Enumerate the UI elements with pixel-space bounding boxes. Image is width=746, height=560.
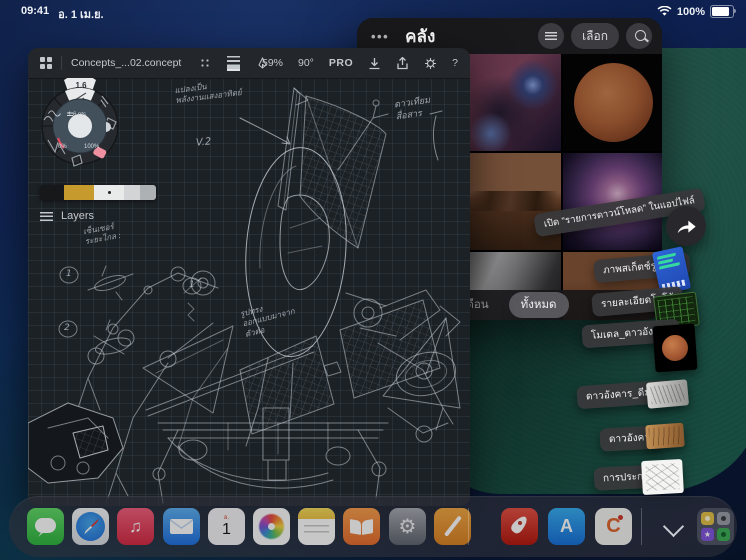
color-swatch-bar (40, 185, 156, 200)
dock-app-books[interactable] (343, 508, 380, 545)
filter-button[interactable] (538, 23, 564, 49)
dock-app-library[interactable]: ★ (697, 508, 734, 545)
dock-app-notes[interactable] (298, 508, 335, 545)
precision-grid-icon[interactable] (199, 57, 211, 69)
layers-panel-icon[interactable] (227, 56, 240, 71)
select-button[interactable]: เลือก (571, 23, 619, 49)
search-icon (635, 30, 646, 41)
layers-list-icon (40, 212, 53, 221)
brush-size-value: 1.6 (72, 81, 90, 90)
swatch-light-gray[interactable] (124, 185, 140, 200)
concepts-titlebar: Concepts_...02.concept 59% 90° PRO (28, 48, 470, 79)
calendar-day: 1 (208, 522, 245, 538)
dock-app-mail[interactable] (163, 508, 200, 545)
pen-icon (444, 515, 462, 536)
dock-app-music[interactable]: ♫ (117, 508, 154, 545)
zoom-level[interactable]: 59% (262, 57, 283, 69)
status-time: 09:41 (21, 5, 49, 23)
document-title[interactable]: Concepts_...02.concept (71, 57, 181, 69)
annotation-number-1b: 1 (189, 280, 195, 292)
gear-icon: ⚙ (399, 514, 417, 539)
annotation-number-2: 2 (64, 323, 70, 335)
annotation-number-1: 1 (66, 269, 72, 281)
annotation-version: V.2 (195, 135, 211, 149)
export-share-icon[interactable] (396, 57, 409, 70)
help-button[interactable]: ? (452, 57, 458, 69)
window-menu-ellipsis-icon[interactable]: ••• (371, 29, 389, 44)
ipad-screen: 09:41 อ. 1 เม.ย. 100% ••• คลัง เลือก (0, 0, 746, 560)
photo-horsehead-nebula[interactable] (460, 54, 561, 151)
share-drag-button[interactable] (666, 206, 706, 246)
wifi-icon (657, 6, 672, 17)
dock-divider-2 (641, 508, 642, 545)
dock-app-concepts[interactable]: C (595, 508, 632, 545)
opacity-min-label: 0% (58, 144, 67, 150)
dock-app-appstore[interactable]: A (548, 508, 585, 545)
mini-app-green (717, 528, 730, 541)
battery-percent: 100% (677, 6, 705, 18)
pro-badge[interactable]: PRO (329, 57, 353, 69)
photos-title: คลัง (405, 23, 435, 50)
drag-thumb-mars-model[interactable] (652, 324, 697, 373)
gallery-grid-icon[interactable] (40, 57, 52, 69)
opacity-max-label: 100% (84, 144, 99, 150)
forward-arrow-icon (675, 217, 697, 235)
mini-app-camera (717, 512, 730, 525)
dock-app-rocket[interactable] (501, 508, 538, 545)
annotation-satellite: ดาวเทียม สื่อสาร (394, 96, 433, 124)
rotation-value[interactable]: 90° (298, 57, 314, 69)
drag-thumb-deimos-photo[interactable] (646, 379, 689, 408)
drag-thumb-mars-map[interactable] (645, 423, 685, 450)
dock-app-settings[interactable]: ⚙ (389, 508, 426, 545)
dock-app-messages[interactable] (27, 508, 64, 545)
dock: ♫ อ. 1 ⚙ A C ★ (9, 496, 737, 557)
dock-app-photos[interactable] (253, 508, 290, 545)
status-date: อ. 1 เม.ย. (58, 5, 103, 23)
dock-app-safari[interactable] (72, 508, 109, 545)
appstore-a-icon: A (560, 516, 573, 537)
swatch-white-selected[interactable] (94, 185, 124, 200)
drag-thumb-assembly-sketch[interactable] (641, 459, 684, 495)
dock-chevron-down-icon[interactable] (663, 516, 684, 537)
swatch-black[interactable] (40, 185, 64, 200)
tab-all[interactable]: ทั้งหมด (509, 292, 569, 318)
tool-wheel-graphic (34, 78, 126, 178)
swatch-gray[interactable] (140, 185, 156, 200)
mini-app-star: ★ (701, 528, 714, 541)
layers-toggle[interactable]: Layers (40, 210, 94, 222)
brush-size-label: 1.6 pts (68, 112, 86, 118)
dock-app-drawing[interactable] (434, 508, 471, 545)
concepts-window: Concepts_...02.concept 59% 90° PRO (28, 48, 470, 506)
settings-gear-icon[interactable] (424, 57, 437, 70)
status-bar: 09:41 อ. 1 เม.ย. 100% (0, 0, 746, 22)
dock-app-calendar[interactable]: อ. 1 (208, 508, 245, 545)
dock-divider-1 (468, 508, 469, 545)
mini-app-yellow (701, 512, 714, 525)
battery-icon (710, 5, 734, 18)
music-note-icon: ♫ (129, 517, 142, 537)
layers-label: Layers (61, 210, 94, 222)
filter-lines-icon (545, 32, 557, 40)
search-button[interactable] (626, 23, 652, 49)
tool-wheel[interactable]: 1.6 1.6 pts 0% 100% (34, 78, 126, 178)
swatch-gold[interactable] (64, 185, 94, 200)
photo-mars-globe[interactable] (563, 54, 662, 151)
import-icon[interactable] (368, 57, 381, 70)
